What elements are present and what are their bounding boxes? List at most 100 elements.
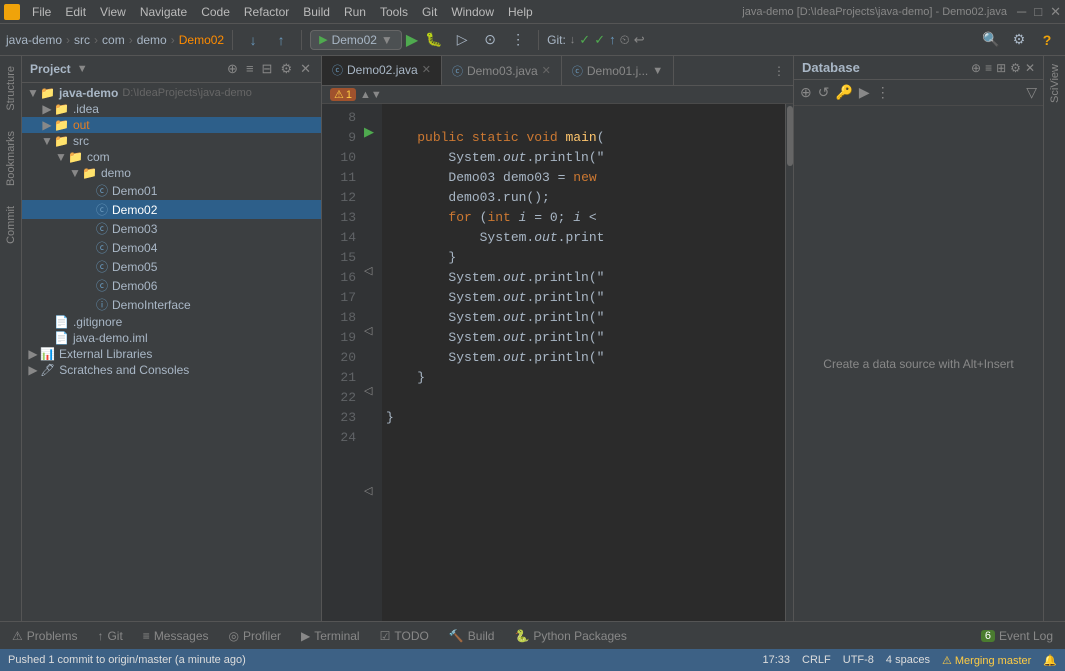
sidebar-tab-commit[interactable]: Commit [2,200,20,250]
db-sql-icon[interactable]: ▶ [859,84,870,101]
bottom-tab-todo[interactable]: ☑ TODO [376,627,433,645]
bottom-tab-problems[interactable]: ⚠ Problems [8,627,81,645]
breadcrumb-com[interactable]: com [102,33,125,47]
menu-view[interactable]: View [94,3,132,21]
tree-item-demo05[interactable]: ▶ ⓒ Demo05 [22,257,321,276]
tree-item-ext-libs[interactable]: ▶ 📊 External Libraries [22,346,321,362]
minimize-button[interactable]: ─ [1017,4,1026,19]
status-encoding[interactable]: UTF-8 [843,654,874,666]
tree-item-iml[interactable]: ▶ 📄 java-demo.iml [22,330,321,346]
warning-badge[interactable]: ⚠ 1 [330,88,356,101]
breadcrumb-demo[interactable]: demo [137,33,167,47]
close-button[interactable]: ✕ [1050,4,1061,20]
coverage-button[interactable]: ▷ [450,28,474,52]
git-undo-icon[interactable]: ↩ [634,32,645,48]
status-notifications-icon[interactable]: 🔔 [1043,654,1057,667]
code-line-21: } [386,368,785,388]
breadcrumb-project[interactable]: java-demo [6,33,62,47]
project-panel-dropdown[interactable]: ▼ [77,63,88,75]
tab-close-demo02[interactable]: ✕ [422,63,431,76]
bottom-tab-build[interactable]: 🔨 Build [445,627,499,645]
db-more-icon[interactable]: ⋮ [876,84,890,101]
panel-settings-icon[interactable]: ⚙ [278,60,294,78]
menu-edit[interactable]: Edit [59,3,92,21]
tree-item-root[interactable]: ▼ 📁 java-demo D:\IdeaProjects\java-demo [22,85,321,101]
db-filter-icon[interactable]: ▽ [1026,84,1037,101]
sidebar-tab-structure[interactable]: Structure [2,60,20,117]
git-push-icon[interactable]: ↑ [609,32,616,47]
breadcrumb-nav-arrows[interactable]: ▲▼ [360,89,382,101]
status-indent[interactable]: 4 spaces [886,654,930,666]
tab-dropdown-icon[interactable]: ▼ [652,65,663,77]
tree-item-com[interactable]: ▼ 📁 com [22,149,321,165]
tree-item-src[interactable]: ▼ 📁 src [22,133,321,149]
menu-git[interactable]: Git [416,3,443,21]
status-line-ending[interactable]: CRLF [802,654,831,666]
menu-run[interactable]: Run [338,3,372,21]
run-config-selector[interactable]: ▶ Demo02 ▼ [310,30,402,50]
breadcrumb-class[interactable]: Demo02 [179,33,224,47]
editor-tab-demo03[interactable]: ⓒ Demo03.java ✕ [442,56,562,86]
db-add-icon[interactable]: ⊕ [971,61,981,75]
tree-item-demo[interactable]: ▼ 📁 demo [22,165,321,181]
editor-tab-demo02[interactable]: ⓒ Demo02.java ✕ [322,56,442,86]
tree-item-idea[interactable]: ▶ 📁 .idea [22,101,321,117]
tab-more-button[interactable]: ⋮ [765,64,793,78]
menu-code[interactable]: Code [195,3,236,21]
bottom-tab-eventlog[interactable]: 6 Event Log [977,627,1057,645]
editor-scrollbar[interactable] [785,104,793,621]
bottom-tab-terminal[interactable]: ▶ Terminal [297,627,364,645]
bottom-tab-messages[interactable]: ≡ Messages [139,627,213,645]
debug-button[interactable]: 🐛 [422,28,446,52]
vcs-push-button[interactable]: ↑ [269,28,293,52]
tree-item-scratches[interactable]: ▶ 🖊 Scratches and Consoles [22,362,321,378]
bottom-tab-git[interactable]: ↑ Git [93,627,126,645]
status-vcs[interactable]: ⚠ Merging master [942,654,1031,667]
locate-icon[interactable]: ≡ [244,60,256,78]
editor-tab-demo01[interactable]: ⓒ Demo01.j... ▼ [562,56,674,86]
menu-navigate[interactable]: Navigate [134,3,193,21]
tree-item-demo02[interactable]: ▶ ⓒ Demo02 [22,200,321,219]
code-editor[interactable]: public static void main( System.out.prin… [382,104,785,621]
bottom-tab-python[interactable]: 🐍 Python Packages [510,627,630,645]
sync-icon[interactable]: ⊕ [225,60,240,78]
menu-build[interactable]: Build [297,3,336,21]
db-close-icon[interactable]: ✕ [1025,61,1035,75]
more-run-button[interactable]: ⋮ [506,28,530,52]
menu-tools[interactable]: Tools [374,3,414,21]
sidebar-tab-bookmarks[interactable]: Bookmarks [2,125,20,192]
run-gutter-icon[interactable]: ▶ [364,124,374,140]
db-expand-icon[interactable]: ⊞ [996,61,1006,75]
tree-item-gitignore[interactable]: ▶ 📄 .gitignore [22,314,321,330]
menu-help[interactable]: Help [502,3,539,21]
db-list-icon[interactable]: ≡ [985,61,992,75]
tree-item-demointerface[interactable]: ▶ ⓘ DemoInterface [22,295,321,314]
db-props-icon[interactable]: 🔑 [835,84,852,101]
menu-refactor[interactable]: Refactor [238,3,295,21]
search-everywhere-button[interactable]: 🔍 [979,28,1003,52]
bottom-tab-profiler[interactable]: ◎ Profiler [225,627,286,645]
db-refresh-icon[interactable]: ↺ [818,84,830,101]
right-tab-sciview[interactable]: SciView [1046,56,1064,111]
menu-file[interactable]: File [26,3,57,21]
settings-button[interactable]: ⚙ [1007,28,1031,52]
tree-item-demo04[interactable]: ▶ ⓒ Demo04 [22,238,321,257]
profile-button[interactable]: ⊙ [478,28,502,52]
breadcrumb-src[interactable]: src [74,33,90,47]
tree-item-demo06[interactable]: ▶ ⓒ Demo06 [22,276,321,295]
collapse-icon[interactable]: ⊟ [260,60,275,78]
maximize-button[interactable]: □ [1034,4,1042,19]
tab-close-demo03[interactable]: ✕ [542,64,551,77]
panel-close-icon[interactable]: ✕ [298,60,313,78]
help-button[interactable]: ? [1035,28,1059,52]
scrollbar-thumb[interactable] [787,106,793,166]
db-new-icon[interactable]: ⊕ [800,84,812,101]
vcs-update-button[interactable]: ↓ [241,28,265,52]
db-settings-icon[interactable]: ⚙ [1010,61,1021,75]
menu-window[interactable]: Window [445,3,500,21]
tree-item-demo01[interactable]: ▶ ⓒ Demo01 [22,181,321,200]
run-button[interactable]: ▶ [406,30,418,50]
tree-item-demo03[interactable]: ▶ ⓒ Demo03 [22,219,321,238]
git-history-icon[interactable]: ⏲ [620,32,630,48]
tree-item-out[interactable]: ▶ 📁 out [22,117,321,133]
